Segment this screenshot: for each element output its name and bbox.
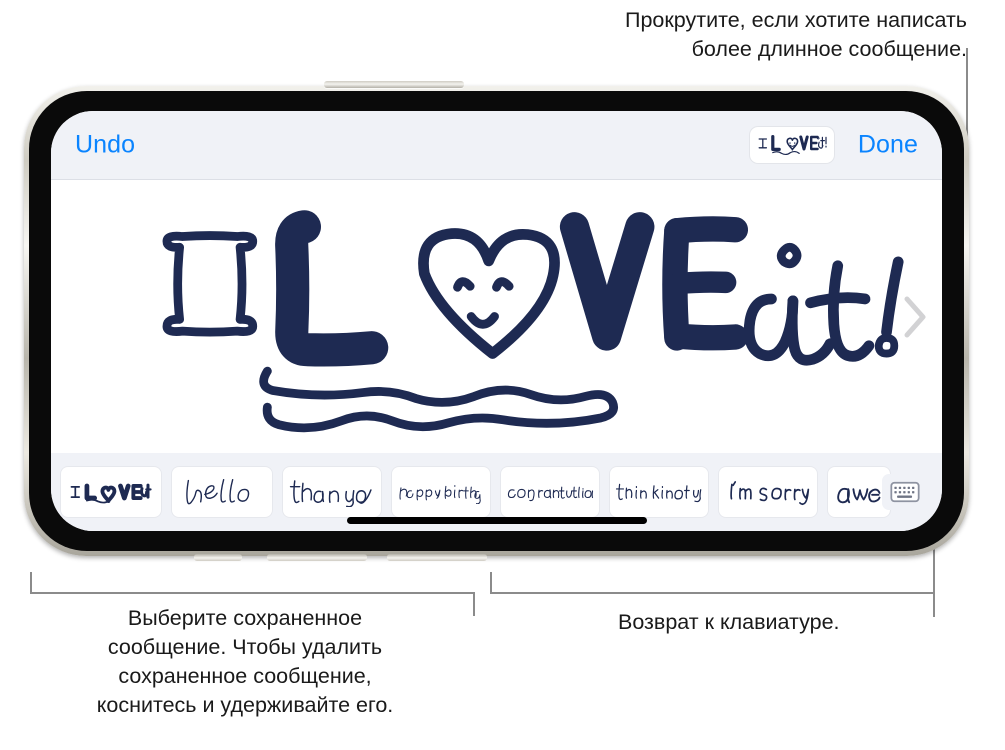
saved-message-tile[interactable] — [828, 467, 890, 517]
done-button[interactable]: Done — [858, 131, 918, 160]
saved-message-tile[interactable] — [610, 467, 708, 517]
saved-message-congratulations-icon — [507, 486, 594, 502]
saved-message-im-sorry-icon — [730, 481, 810, 506]
saved-message-tile[interactable] — [283, 467, 381, 517]
hardware-button-action[interactable] — [194, 554, 242, 561]
saved-message-thank-you-icon — [289, 480, 372, 507]
hardware-button-top[interactable] — [324, 81, 464, 88]
saved-message-happy-birthday-icon — [399, 485, 481, 504]
saved-messages-strip[interactable] — [51, 453, 942, 531]
callout-leader-bottom-right-tick — [490, 572, 492, 594]
callout-scroll-hint: Прокрутите, если хотите написать более д… — [625, 8, 967, 61]
saved-message-tile[interactable] — [719, 467, 817, 517]
hardware-button-volume-down[interactable] — [387, 554, 487, 561]
callout-leader-bottom-left-horizontal — [30, 592, 475, 594]
callout-saved-messages-hint: Выберите сохраненное сообщение. Чтобы уд… — [96, 606, 394, 717]
callout-leader-bottom-left-vertical — [473, 592, 475, 616]
keyboard-icon — [890, 481, 920, 503]
saved-message-tile[interactable] — [501, 467, 599, 517]
handwritten-message-drawing — [162, 210, 904, 433]
chevron-right-icon[interactable] — [902, 294, 928, 340]
home-indicator[interactable] — [346, 517, 647, 524]
saved-message-tile[interactable] — [61, 467, 161, 517]
saved-message-tile[interactable] — [392, 467, 490, 517]
keyboard-button[interactable] — [882, 474, 928, 510]
iphone-device: Undo Done — [24, 81, 969, 561]
callout-keyboard-hint: Возврат к клавиатуре. — [618, 610, 840, 634]
saved-message-hello-icon — [186, 479, 250, 505]
saved-message-thinking-of-you-icon — [615, 483, 702, 503]
saved-message-tile[interactable] — [172, 467, 272, 517]
undo-button[interactable]: Undo — [75, 131, 135, 160]
device-screen: Undo Done — [51, 111, 942, 531]
hardware-button-volume-up[interactable] — [267, 554, 367, 561]
app-header: Undo Done — [51, 111, 942, 180]
saved-message-awe-icon — [837, 487, 881, 504]
thumbnail-drawing-icon — [758, 135, 827, 156]
callout-leader-bottom-left-tick — [30, 572, 32, 594]
device-frame: Undo Done — [24, 81, 969, 561]
handwriting-canvas[interactable] — [51, 180, 942, 453]
callout-leader-bottom-right-horizontal — [490, 592, 935, 594]
device-bezel: Undo Done — [29, 91, 964, 551]
saved-drawing-thumbnail[interactable] — [750, 127, 834, 163]
saved-message-i-love-it-icon — [70, 483, 152, 504]
